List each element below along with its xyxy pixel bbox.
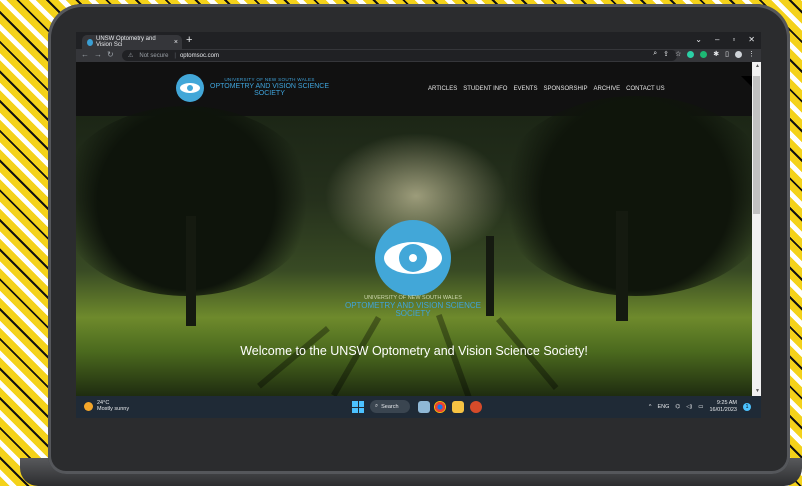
hero-banner: UNIVERSITY OF NEW SOUTH WALES OPTOMETRY … bbox=[76, 96, 761, 401]
logo-title: OPTOMETRY AND VISION SCIENCE bbox=[210, 83, 330, 91]
tab-search-icon[interactable]: ⌄ bbox=[695, 35, 702, 44]
chrome-icon[interactable] bbox=[434, 401, 446, 413]
browser-tab[interactable]: UNSW Optometry and Vision Sci × bbox=[82, 35, 182, 49]
extensions-puzzle-icon[interactable]: ✱ bbox=[713, 50, 719, 58]
windows-start-icon[interactable] bbox=[352, 401, 364, 413]
site-favicon-icon bbox=[87, 38, 93, 46]
battery-icon[interactable]: ▭ bbox=[698, 404, 703, 410]
weather-widget[interactable]: 24°C Mostly sunny bbox=[84, 400, 129, 412]
tree-trunk bbox=[616, 211, 628, 321]
nav-sponsorship[interactable]: SPONSORSHIP bbox=[543, 86, 587, 92]
new-tab-button[interactable]: + bbox=[186, 34, 192, 46]
language-indicator[interactable]: ENG bbox=[657, 404, 669, 410]
share-icon[interactable]: ⇪ bbox=[663, 50, 669, 58]
scrollbar-thumb[interactable] bbox=[753, 76, 760, 214]
hero-logo-text: UNIVERSITY OF NEW SOUTH WALES OPTOMETRY … bbox=[338, 295, 488, 319]
scroll-down-arrow-icon[interactable]: ▼ bbox=[755, 388, 760, 394]
chevron-up-icon[interactable]: ^ bbox=[649, 404, 652, 410]
nav-events[interactable]: EVENTS bbox=[513, 86, 537, 92]
restore-button[interactable]: ▫ bbox=[732, 35, 735, 44]
security-label: Not secure bbox=[139, 52, 169, 59]
browser-tab-bar: UNSW Optometry and Vision Sci × + ⌄ – ▫ … bbox=[76, 32, 761, 49]
nav-archive[interactable]: ARCHIVE bbox=[594, 86, 621, 92]
profile-avatar[interactable] bbox=[735, 50, 742, 58]
windows-taskbar: 24°C Mostly sunny ⌕ Search ^ ENG ⌬ ◁) ▭ … bbox=[76, 396, 761, 418]
clock-date: 16/01/2023 bbox=[709, 406, 737, 413]
hero-eye-logo-icon bbox=[375, 220, 451, 296]
nav-student-info[interactable]: STUDENT INFO bbox=[463, 86, 507, 92]
main-nav: ARTICLES STUDENT INFO EVENTS SPONSORSHIP… bbox=[428, 86, 665, 92]
eye-logo-icon bbox=[176, 74, 204, 102]
extension-icon[interactable] bbox=[687, 50, 695, 58]
close-window-button[interactable]: ✕ bbox=[748, 35, 755, 44]
warning-icon: ⚠ bbox=[128, 53, 134, 59]
tree-trunk bbox=[186, 216, 196, 326]
search-icon: ⌕ bbox=[375, 403, 379, 409]
reload-icon[interactable]: ↻ bbox=[107, 50, 114, 59]
sun-icon bbox=[84, 401, 93, 411]
divider: | bbox=[174, 52, 176, 59]
tab-title: UNSW Optometry and Vision Sci bbox=[95, 36, 156, 48]
extensions-area: ⌕ ⇪ ☆ ✱ ▯ ⋮ bbox=[653, 50, 755, 58]
laptop-screen: UNSW Optometry and Vision Sci × + ⌄ – ▫ … bbox=[76, 32, 761, 418]
taskbar-search-label: Search bbox=[381, 403, 399, 410]
task-view-icon[interactable] bbox=[418, 401, 430, 413]
logo-subtitle: SOCIETY bbox=[254, 90, 285, 98]
notification-badge[interactable]: 1 bbox=[743, 402, 751, 411]
zoom-icon[interactable]: ⌕ bbox=[653, 50, 657, 58]
side-panel-icon[interactable]: ▯ bbox=[725, 50, 729, 58]
bookmark-star-icon[interactable]: ☆ bbox=[675, 50, 681, 58]
hero-logo-subtitle: SOCIETY bbox=[395, 309, 431, 319]
address-bar[interactable]: ⚠ Not secure | optomsoc.com bbox=[122, 50, 677, 61]
clock-time: 9:25 AM bbox=[716, 400, 737, 406]
tab-close-icon[interactable]: × bbox=[174, 39, 178, 46]
extension-icon[interactable] bbox=[700, 50, 708, 58]
app-icon[interactable] bbox=[470, 401, 482, 413]
clock[interactable]: 9:25 AM 16/01/2023 bbox=[709, 400, 737, 414]
network-icon[interactable]: ⌬ bbox=[675, 404, 680, 410]
welcome-heading: Welcome to the UNSW Optometry and Vision… bbox=[240, 344, 588, 358]
window-controls: ⌄ – ▫ ✕ bbox=[695, 35, 755, 44]
weather-desc: Mostly sunny bbox=[97, 406, 130, 412]
eye-pupil bbox=[409, 254, 417, 262]
menu-kebab-icon[interactable]: ⋮ bbox=[748, 50, 755, 58]
volume-icon[interactable]: ◁) bbox=[686, 404, 692, 410]
logo-text: UNIVERSITY OF NEW SOUTH WALES OPTOMETRY … bbox=[210, 77, 330, 98]
site-logo[interactable]: UNIVERSITY OF NEW SOUTH WALES OPTOMETRY … bbox=[176, 74, 329, 102]
tree-canopy-left bbox=[76, 106, 316, 296]
system-tray: ^ ENG ⌬ ◁) ▭ 9:25 AM 16/01/2023 1 bbox=[649, 400, 751, 414]
url-text: optomsoc.com bbox=[179, 52, 219, 59]
tree-canopy-right bbox=[496, 96, 761, 296]
back-arrow-icon[interactable]: ← bbox=[81, 50, 89, 59]
nav-contact-us[interactable]: CONTACT US bbox=[626, 86, 664, 92]
forward-arrow-icon[interactable]: → bbox=[94, 50, 102, 59]
scroll-up-arrow-icon[interactable]: ▲ bbox=[755, 63, 760, 69]
minimize-button[interactable]: – bbox=[715, 35, 719, 44]
browser-toolbar: ← → ↻ ⚠ Not secure | optomsoc.com ⌕ ⇪ ☆ … bbox=[76, 49, 761, 62]
taskbar-search[interactable]: ⌕ Search bbox=[370, 400, 410, 413]
file-explorer-icon[interactable] bbox=[452, 401, 464, 413]
nav-articles[interactable]: ARTICLES bbox=[428, 86, 457, 92]
